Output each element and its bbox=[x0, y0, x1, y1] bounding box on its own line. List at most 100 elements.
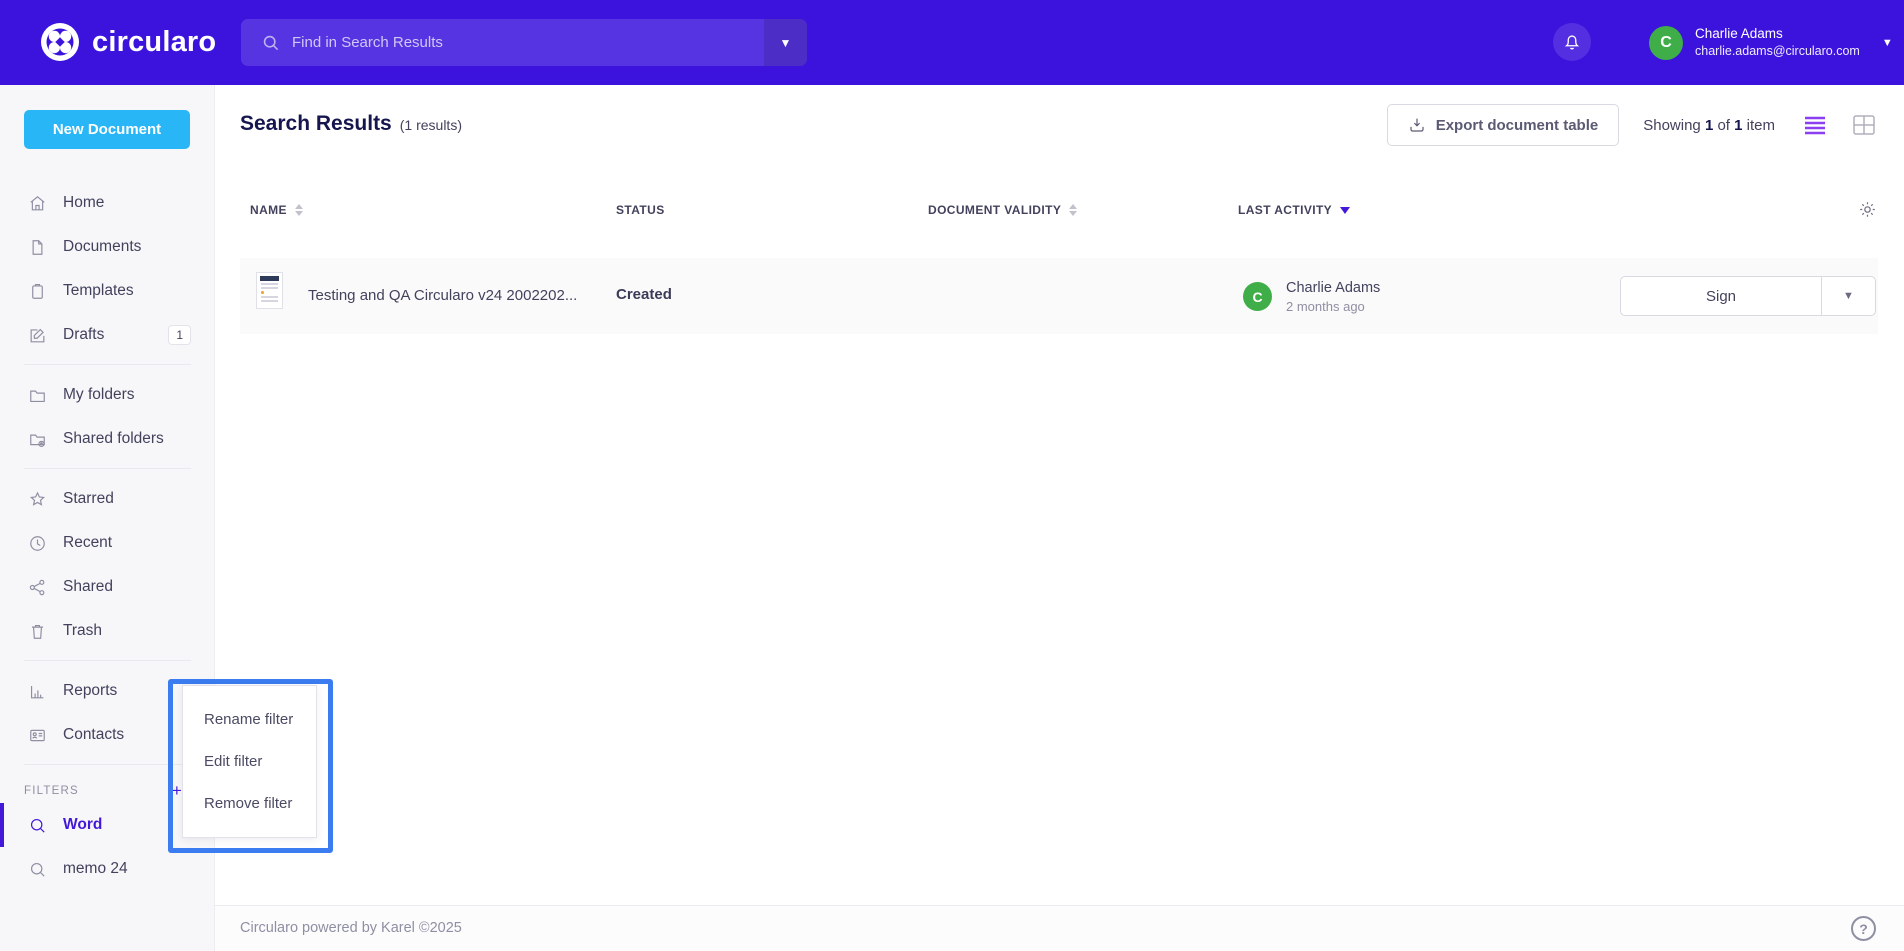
search-scope-dropdown[interactable]: ▼ bbox=[764, 19, 807, 66]
sidebar-divider bbox=[24, 660, 191, 661]
column-header-last-activity[interactable]: LAST ACTIVITY bbox=[1238, 203, 1350, 217]
footer-text: Circularo powered by Karel ©2025 bbox=[240, 920, 462, 936]
sidebar-item-label: Drafts bbox=[63, 326, 104, 344]
menu-item-rename-filter[interactable]: Rename filter bbox=[183, 705, 316, 734]
page-header: Search Results(1 results) Export documen… bbox=[240, 104, 1879, 146]
sidebar-item-label: My folders bbox=[63, 386, 135, 404]
activity-avatar: C bbox=[1243, 282, 1272, 311]
download-icon bbox=[1408, 116, 1426, 134]
sidebar-item-my-folders[interactable]: My folders bbox=[0, 373, 215, 417]
sidebar-item-drafts[interactable]: Drafts 1 bbox=[0, 313, 215, 357]
activity-user-name: Charlie Adams bbox=[1286, 280, 1380, 296]
document-row[interactable]: Testing and QA Circularo v24 2002202... … bbox=[240, 258, 1878, 334]
chevron-down-icon: ▼ bbox=[1882, 37, 1893, 49]
sign-button-label[interactable]: Sign bbox=[1621, 277, 1821, 315]
brand-name: circularo bbox=[92, 26, 216, 59]
sidebar-item-trash[interactable]: Trash bbox=[0, 609, 215, 653]
sidebar-item-label: Documents bbox=[63, 238, 141, 256]
circularo-logo-icon bbox=[40, 22, 80, 62]
active-filter-indicator bbox=[0, 803, 4, 847]
filter-context-menu: Rename filter Edit filter Remove filter bbox=[182, 685, 317, 838]
results-count: (1 results) bbox=[400, 117, 462, 133]
sidebar-item-label: Trash bbox=[63, 622, 102, 640]
filters-heading-label: FILTERS bbox=[24, 785, 79, 797]
sort-desc-icon bbox=[1340, 207, 1350, 214]
list-view-button[interactable] bbox=[1799, 111, 1831, 139]
sidebar-item-label: Shared folders bbox=[63, 430, 164, 448]
sidebar-item-label: Reports bbox=[63, 682, 117, 700]
column-header-document-validity[interactable]: DOCUMENT VALIDITY bbox=[928, 203, 1077, 217]
filter-item-label: Word bbox=[63, 816, 102, 834]
new-document-button[interactable]: New Document bbox=[24, 110, 190, 149]
sidebar-item-label: Starred bbox=[63, 490, 114, 508]
search-filter-icon bbox=[28, 860, 47, 879]
column-label: STATUS bbox=[616, 203, 665, 217]
template-icon bbox=[28, 282, 47, 301]
column-label: NAME bbox=[250, 203, 287, 217]
sidebar-item-label: Shared bbox=[63, 578, 113, 596]
table-header: NAME STATUS DOCUMENT VALIDITY LAST ACTIV… bbox=[215, 195, 1904, 231]
column-header-name[interactable]: NAME bbox=[250, 203, 303, 217]
showing-prefix: Showing bbox=[1643, 117, 1701, 134]
search-icon bbox=[261, 33, 280, 52]
sidebar-item-label: Home bbox=[63, 194, 104, 212]
sign-dropdown-toggle[interactable]: ▼ bbox=[1821, 277, 1875, 315]
grid-view-icon bbox=[1853, 115, 1875, 135]
trash-icon bbox=[28, 622, 47, 641]
sort-icon bbox=[1069, 204, 1077, 216]
user-menu[interactable]: C Charlie Adams charlie.adams@circularo.… bbox=[1649, 25, 1893, 60]
user-email: charlie.adams@circularo.com bbox=[1695, 43, 1860, 60]
bar-chart-icon bbox=[28, 682, 47, 701]
column-label: LAST ACTIVITY bbox=[1238, 203, 1332, 217]
column-header-status[interactable]: STATUS bbox=[616, 203, 665, 217]
sidebar-item-templates[interactable]: Templates bbox=[0, 269, 215, 313]
export-button-label: Export document table bbox=[1436, 117, 1599, 134]
footer: Circularo powered by Karel ©2025 ? bbox=[215, 905, 1904, 951]
menu-item-edit-filter[interactable]: Edit filter bbox=[183, 747, 316, 776]
document-name[interactable]: Testing and QA Circularo v24 2002202... bbox=[308, 287, 577, 304]
contacts-card-icon bbox=[28, 726, 47, 745]
sidebar-item-recent[interactable]: Recent bbox=[0, 521, 215, 565]
share-icon bbox=[28, 578, 47, 597]
sidebar-item-shared[interactable]: Shared bbox=[0, 565, 215, 609]
sidebar-divider bbox=[24, 764, 191, 765]
document-icon bbox=[28, 238, 47, 257]
document-status: Created bbox=[616, 286, 672, 303]
header-actions: Export document table Showing 1 of 1 ite… bbox=[1387, 104, 1879, 146]
gear-icon bbox=[1858, 200, 1877, 219]
grid-view-button[interactable] bbox=[1849, 111, 1879, 139]
help-button[interactable]: ? bbox=[1851, 916, 1876, 941]
folder-icon bbox=[28, 386, 47, 405]
activity-timestamp: 2 months ago bbox=[1286, 299, 1365, 314]
table-settings-button[interactable] bbox=[1858, 200, 1877, 222]
search-input[interactable] bbox=[280, 34, 764, 51]
showing-total: 1 bbox=[1734, 117, 1742, 134]
user-avatar: C bbox=[1649, 26, 1683, 60]
showing-suffix: item bbox=[1747, 117, 1775, 134]
sidebar-item-starred[interactable]: Starred bbox=[0, 477, 215, 521]
sidebar-item-shared-folders[interactable]: Shared folders bbox=[0, 417, 215, 461]
menu-item-remove-filter[interactable]: Remove filter bbox=[183, 789, 316, 818]
sidebar-item-home[interactable]: Home bbox=[0, 181, 215, 225]
sidebar-divider bbox=[24, 364, 191, 365]
showing-current: 1 bbox=[1705, 117, 1713, 134]
filter-item-label: memo 24 bbox=[63, 860, 128, 878]
notifications-button[interactable] bbox=[1553, 23, 1591, 61]
chevron-down-icon: ▼ bbox=[780, 36, 792, 50]
brand-logo[interactable]: circularo bbox=[40, 22, 216, 62]
bell-icon bbox=[1562, 32, 1582, 52]
global-search: ▼ bbox=[241, 19, 807, 66]
sidebar-item-label: Recent bbox=[63, 534, 112, 552]
main-content: Search Results(1 results) Export documen… bbox=[215, 85, 1904, 951]
sidebar-divider bbox=[24, 468, 191, 469]
export-document-table-button[interactable]: Export document table bbox=[1387, 104, 1620, 146]
document-thumbnail bbox=[256, 272, 283, 309]
sidebar-item-documents[interactable]: Documents bbox=[0, 225, 215, 269]
drafts-count-badge: 1 bbox=[168, 325, 191, 345]
filter-item-memo-24[interactable]: memo 24 bbox=[0, 847, 215, 891]
column-label: DOCUMENT VALIDITY bbox=[928, 203, 1061, 217]
showing-of: of bbox=[1717, 117, 1730, 134]
question-mark-icon: ? bbox=[1859, 921, 1868, 937]
list-view-icon bbox=[1803, 115, 1827, 135]
sign-split-button[interactable]: Sign ▼ bbox=[1620, 276, 1876, 316]
